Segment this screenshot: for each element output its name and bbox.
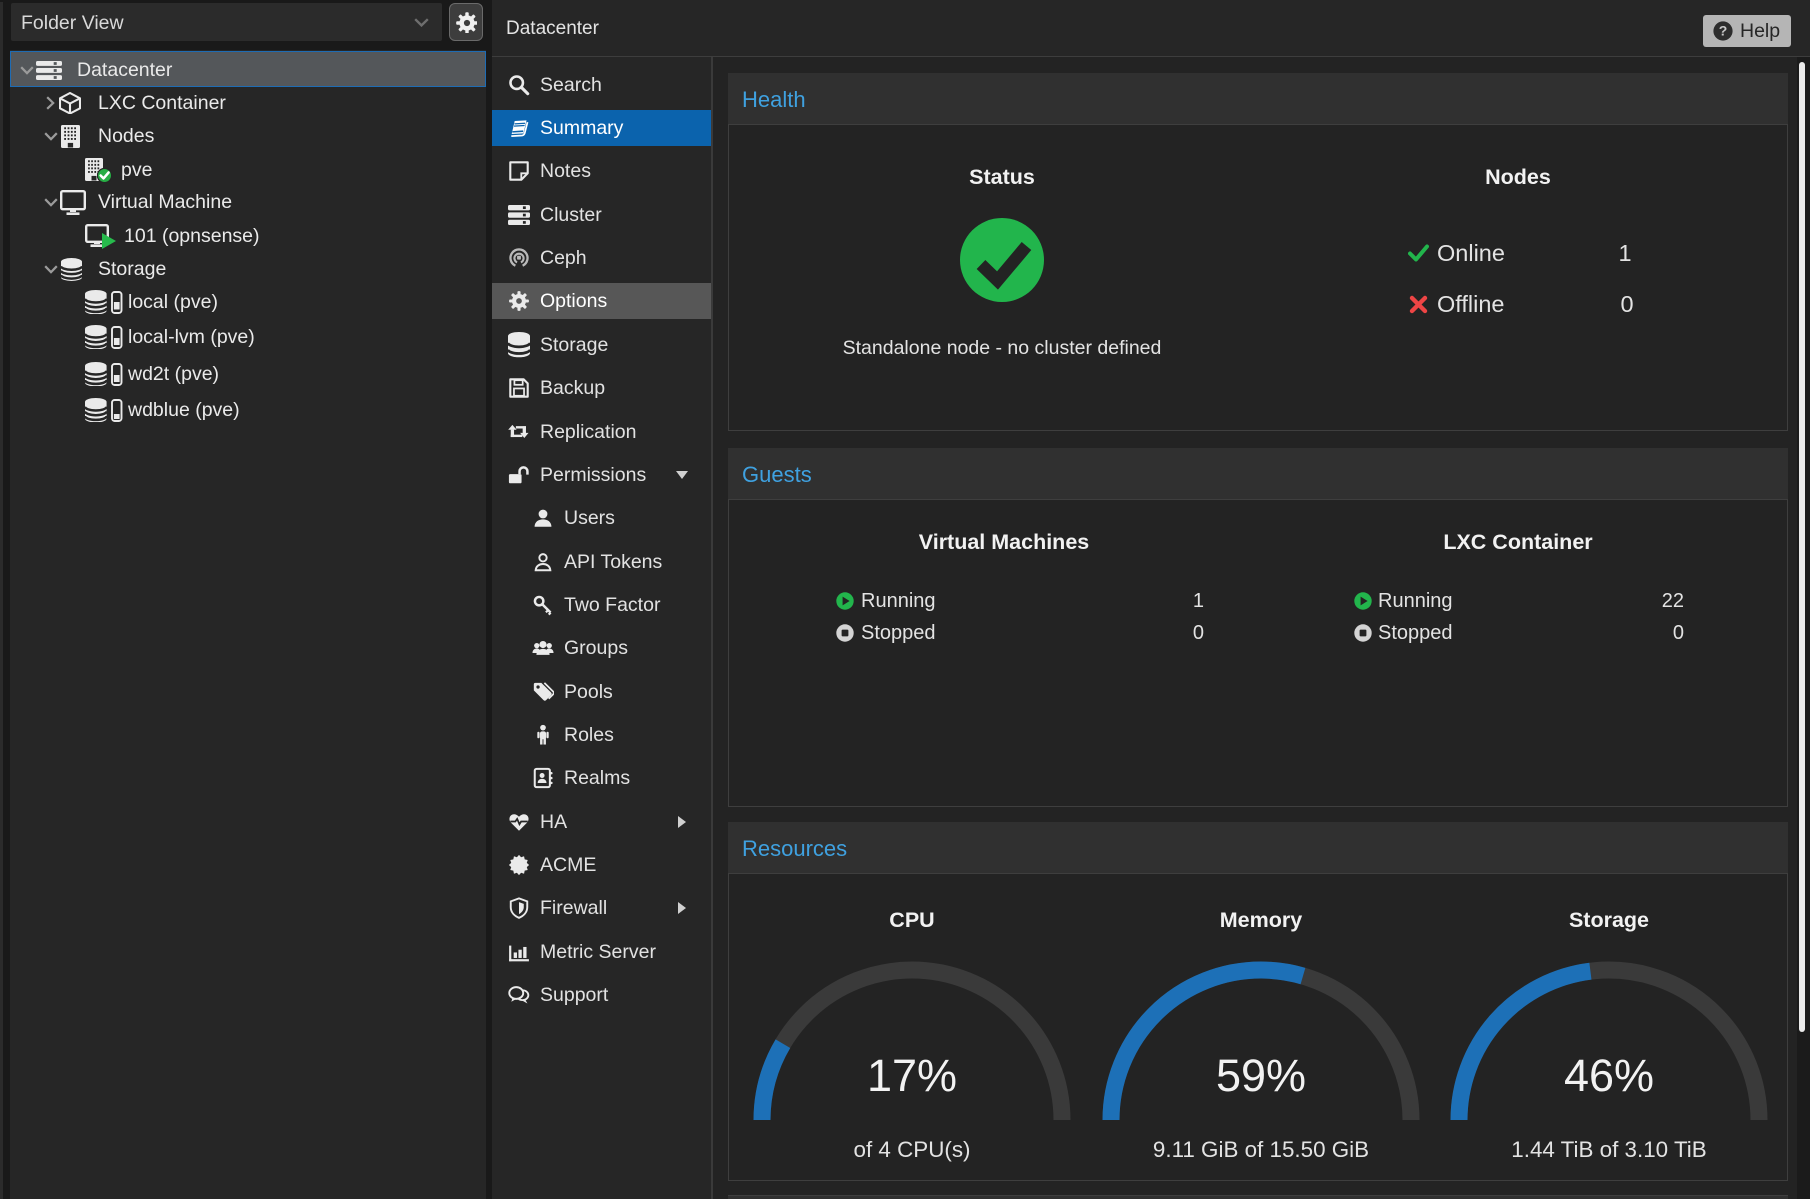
svg-text:?: ? <box>1719 23 1728 39</box>
